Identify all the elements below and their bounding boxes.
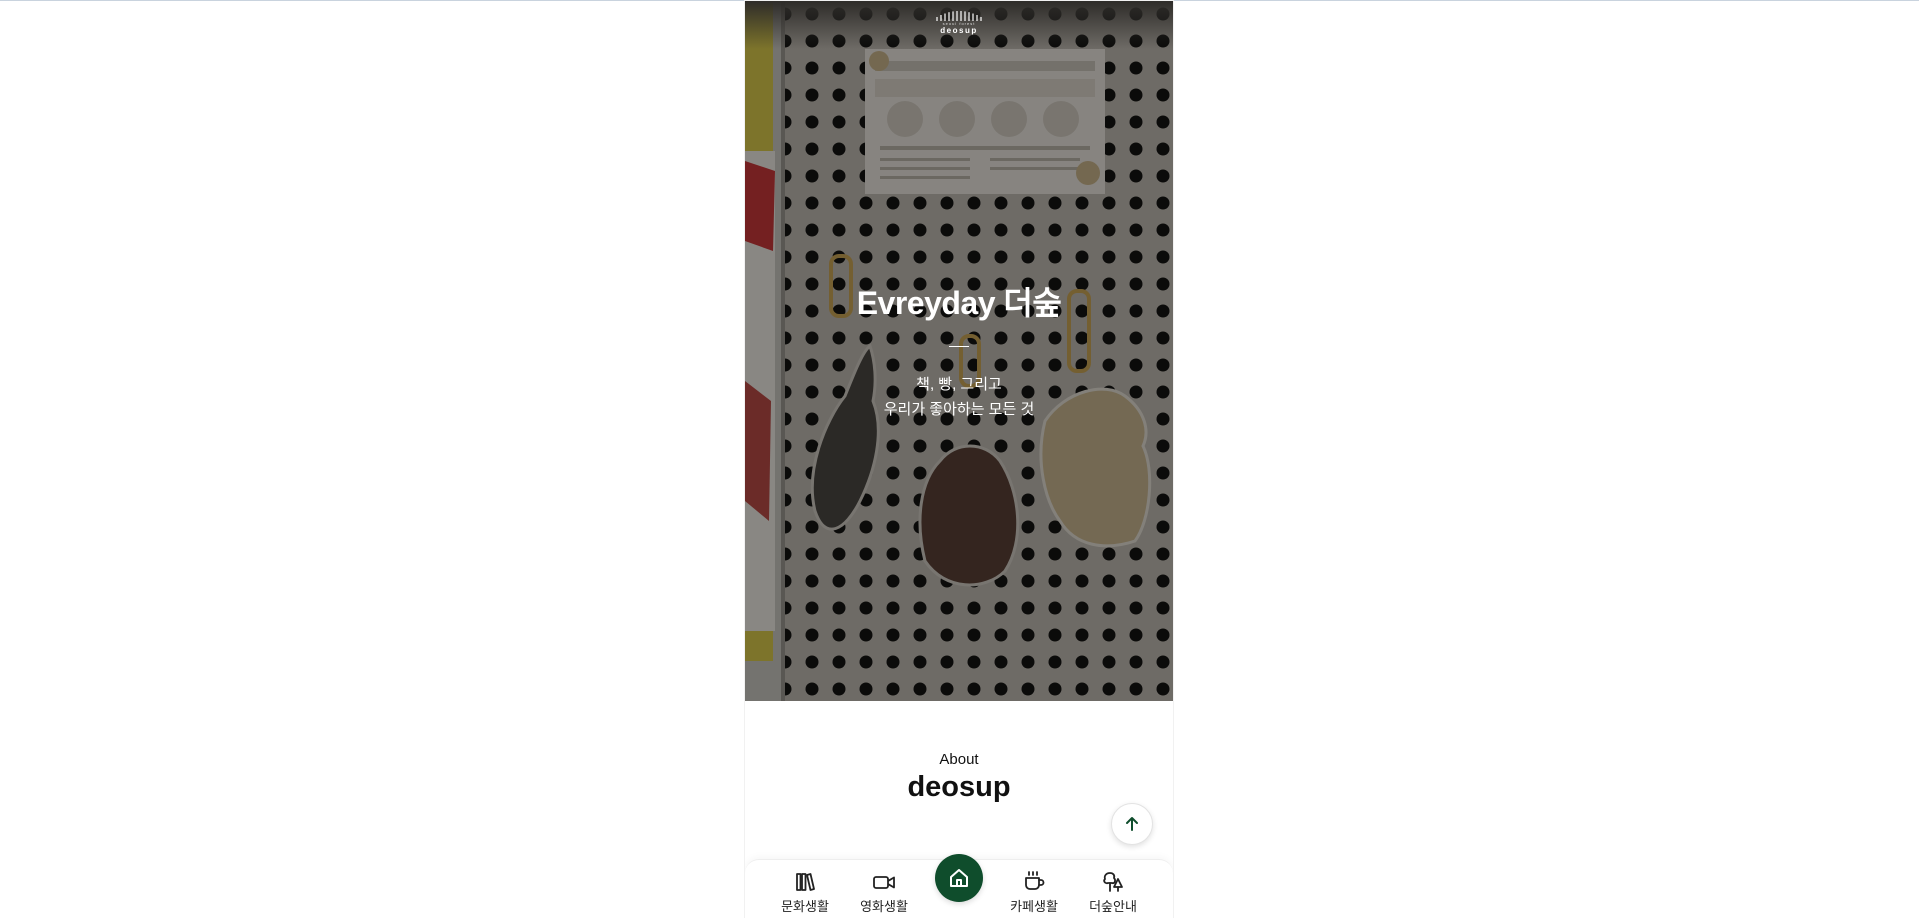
arrow-up-icon — [1126, 817, 1138, 831]
nav-label-culture: 문화생활 — [781, 899, 829, 914]
coffee-cup-icon — [1025, 871, 1045, 890]
nav-item-guide[interactable]: 더숲안내 — [1078, 870, 1148, 915]
hero-divider — [949, 346, 969, 347]
home-button[interactable] — [935, 854, 983, 902]
logo-subtext: seoul forest — [942, 21, 976, 26]
bottom-navigation: 문화생활 영화생활 카페생활 더숲안내 — [745, 854, 1173, 918]
hero-title: Evreyday 더숲 — [856, 285, 1062, 321]
home-icon — [950, 869, 968, 887]
about-title: deosup — [907, 771, 1011, 803]
hero-section: seoul forest deosup Evreyday 더숲 책, 빵, 그리… — [745, 1, 1173, 701]
hero-dark-overlay — [745, 1, 1173, 701]
video-camera-icon — [873, 876, 895, 889]
logo-wordmark: deosup — [940, 26, 978, 35]
mobile-app-frame: seoul forest deosup Evreyday 더숲 책, 빵, 그리… — [745, 1, 1173, 918]
about-label: About — [939, 751, 979, 768]
nav-item-cafe[interactable]: 카페생활 — [999, 870, 1069, 915]
deosup-logo[interactable]: seoul forest deosup — [745, 9, 1173, 35]
scroll-to-top-button[interactable] — [1111, 803, 1153, 845]
hero-subtitle: 책, 빵, 그리고 우리가 좋아하는 모든 것 — [745, 372, 1173, 422]
hero-subtitle-line2: 우리가 좋아하는 모든 것 — [883, 401, 1035, 418]
nav-item-culture[interactable]: 문화생활 — [770, 870, 840, 915]
trees-icon — [1103, 872, 1123, 892]
books-icon — [796, 873, 815, 891]
logo-arc-icon — [936, 11, 982, 21]
nav-label-guide: 더숲안내 — [1089, 899, 1137, 914]
nav-label-movie: 영화생활 — [860, 899, 908, 914]
nav-item-movie[interactable]: 영화생활 — [849, 870, 919, 915]
hero-subtitle-line1: 책, 빵, 그리고 — [916, 376, 1002, 393]
nav-label-cafe: 카페생활 — [1010, 899, 1058, 914]
